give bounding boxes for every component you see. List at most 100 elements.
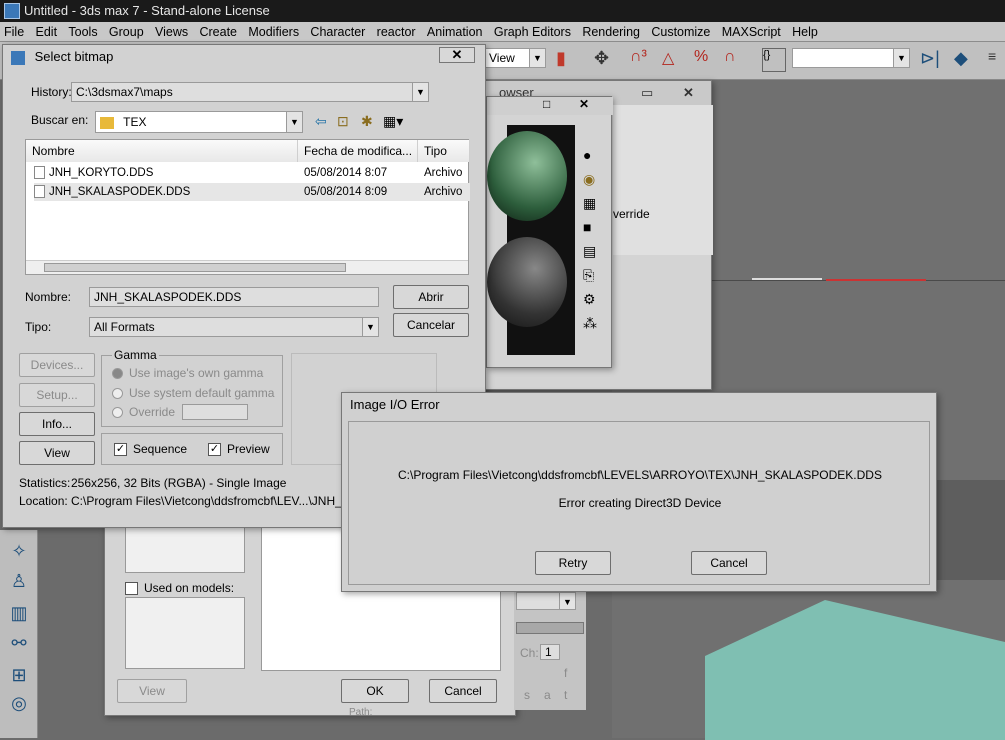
- models-preview-box: [125, 521, 245, 573]
- open-button[interactable]: Abrir: [393, 285, 469, 309]
- menu-graph-editors[interactable]: Graph Editors: [490, 22, 575, 42]
- view-dropdown[interactable]: View ▼: [484, 48, 546, 68]
- up-folder-icon[interactable]: ⊡: [337, 113, 349, 130]
- view-menu-icon[interactable]: ▦▾: [383, 113, 403, 130]
- sample-type-icon[interactable]: ●: [583, 147, 605, 171]
- named-selection-dropdown[interactable]: ▼: [792, 48, 910, 68]
- tile-t-button[interactable]: t: [564, 688, 567, 702]
- menu-character[interactable]: Character: [306, 22, 369, 42]
- ch-label: Ch:: [520, 646, 539, 660]
- layer-icon[interactable]: ≡: [988, 48, 1005, 72]
- video-color-icon[interactable]: ▤: [583, 243, 605, 267]
- ok-button[interactable]: OK: [341, 679, 409, 703]
- column-header-name[interactable]: Nombre: [26, 140, 298, 162]
- link-icon[interactable]: ⚯: [8, 632, 30, 654]
- menu-group[interactable]: Group: [105, 22, 148, 42]
- cancel-button[interactable]: Cancel: [691, 551, 767, 575]
- column-header-type[interactable]: Tipo: [418, 140, 470, 162]
- history-dropdown[interactable]: C:\3dsmax7\maps ▼: [71, 82, 429, 102]
- statistics-label: Statistics:: [19, 476, 71, 490]
- menu-modifiers[interactable]: Modifiers: [244, 22, 303, 42]
- spinner-snap-icon[interactable]: ∩: [724, 48, 748, 72]
- menu-file[interactable]: File: [0, 22, 28, 42]
- percent-snap-icon[interactable]: %: [694, 48, 718, 72]
- file-row[interactable]: JNH_KORYTO.DDS 05/08/2014 8:07 Archivo: [34, 164, 464, 182]
- new-folder-icon[interactable]: ✱: [361, 113, 373, 130]
- maximize-icon[interactable]: □: [543, 97, 550, 111]
- options-icon[interactable]: ⚙: [583, 291, 605, 315]
- cancel-button[interactable]: Cancel: [429, 679, 497, 703]
- ch-value[interactable]: 1: [540, 644, 560, 660]
- gamma-default-radio[interactable]: Use system default gamma: [112, 386, 274, 400]
- minimize-icon[interactable]: ▭: [641, 81, 653, 105]
- folder-icon: [100, 116, 114, 129]
- browser-panel: verride: [613, 105, 713, 255]
- scroll-thumb[interactable]: [44, 263, 346, 272]
- file-type-dropdown[interactable]: All Formats ▼: [89, 317, 379, 337]
- app-titlebar: Untitled - 3ds max 7 - Stand-alone Licen…: [0, 0, 1005, 22]
- override-label: verride: [613, 207, 650, 221]
- motion-icon[interactable]: ◎: [8, 692, 30, 714]
- setup-button[interactable]: Setup...: [19, 383, 95, 407]
- select-by-material-icon[interactable]: ⁂: [583, 315, 605, 339]
- statistics-value: 256x256, 32 Bits (RGBA) - Single Image: [71, 476, 287, 490]
- menu-customize[interactable]: Customize: [647, 22, 714, 42]
- image-io-error-dialog: Image I/O Error C:\Program Files\Vietcon…: [341, 392, 937, 592]
- named-selection-icon[interactable]: {}: [762, 48, 786, 72]
- hierarchy-icon[interactable]: ⊞: [8, 664, 30, 686]
- app-icon: [4, 3, 20, 19]
- menu-create[interactable]: Create: [195, 22, 241, 42]
- helper-icon[interactable]: ▥: [8, 602, 30, 624]
- view-button[interactable]: View: [19, 441, 95, 465]
- sequence-checkbox[interactable]: ✓ Sequence: [114, 442, 187, 457]
- used-on-models-checkbox[interactable]: Used on models:: [125, 581, 234, 596]
- channel-dropdown[interactable]: ▼: [516, 592, 576, 610]
- snapshot-icon[interactable]: ▮: [556, 48, 580, 72]
- make-preview-icon[interactable]: ⎘: [583, 267, 605, 291]
- biped-icon[interactable]: ♙: [8, 570, 30, 592]
- menu-animation[interactable]: Animation: [423, 22, 487, 42]
- align-icon[interactable]: ◆: [954, 48, 978, 72]
- checker-icon[interactable]: ▦: [583, 195, 605, 219]
- menu-views[interactable]: Views: [151, 22, 192, 42]
- models-list[interactable]: [125, 597, 245, 669]
- file-row-selected[interactable]: JNH_SKALASPODEK.DDS 05/08/2014 8:09 Arch…: [34, 183, 470, 201]
- lookin-dropdown[interactable]: TEX ▼: [95, 111, 303, 133]
- tile-s-button[interactable]: s: [524, 688, 530, 702]
- view-button[interactable]: View: [117, 679, 187, 703]
- error-message: Error creating Direct3D Device: [558, 496, 722, 510]
- devices-button[interactable]: Devices...: [19, 353, 95, 377]
- bone-icon[interactable]: ✧: [8, 540, 30, 562]
- close-icon[interactable]: ✕: [439, 47, 475, 63]
- close-icon[interactable]: ✕: [683, 81, 694, 105]
- preview-checkbox[interactable]: ✓ Preview: [208, 442, 270, 457]
- gamma-own-radio[interactable]: Use image's own gamma: [112, 366, 263, 380]
- backlight-icon[interactable]: ◉: [583, 171, 605, 195]
- menu-tools[interactable]: Tools: [64, 22, 101, 42]
- menu-rendering[interactable]: Rendering: [578, 22, 644, 42]
- sample-uv-icon[interactable]: ■: [583, 219, 605, 243]
- column-header-date[interactable]: Fecha de modifica...: [298, 140, 418, 162]
- move-icon[interactable]: ✥: [594, 48, 618, 72]
- retry-button[interactable]: Retry: [535, 551, 611, 575]
- editor-side-tools: ● ◉ ▦ ■ ▤ ⎘ ⚙ ⁂: [583, 147, 605, 357]
- menu-maxscript[interactable]: MAXScript: [718, 22, 785, 42]
- mirror-icon[interactable]: ⊳|: [920, 48, 944, 72]
- close-icon[interactable]: ✕: [579, 97, 589, 111]
- info-button[interactable]: Info...: [19, 412, 95, 436]
- tile-a-button[interactable]: a: [544, 688, 551, 702]
- filename-input[interactable]: JNH_SKALASPODEK.DDS: [89, 287, 379, 307]
- select-bitmap-titlebar: Select bitmap ✕: [3, 45, 485, 69]
- snap-3-icon[interactable]: ∩³: [630, 48, 654, 72]
- file-list[interactable]: Nombre Fecha de modifica... Tipo JNH_KOR…: [25, 139, 470, 275]
- menu-reactor[interactable]: reactor: [373, 22, 420, 42]
- angle-snap-icon[interactable]: △: [662, 48, 686, 72]
- menu-edit[interactable]: Edit: [32, 22, 62, 42]
- cancel-button[interactable]: Cancelar: [393, 313, 469, 337]
- menu-help[interactable]: Help: [788, 22, 822, 42]
- gamma-override-radio[interactable]: Override: [112, 405, 175, 419]
- back-icon[interactable]: ⇦: [315, 113, 327, 130]
- gamma-override-spinner[interactable]: [182, 404, 248, 420]
- horizontal-scrollbar[interactable]: [26, 260, 468, 274]
- sample-slots[interactable]: [487, 125, 575, 355]
